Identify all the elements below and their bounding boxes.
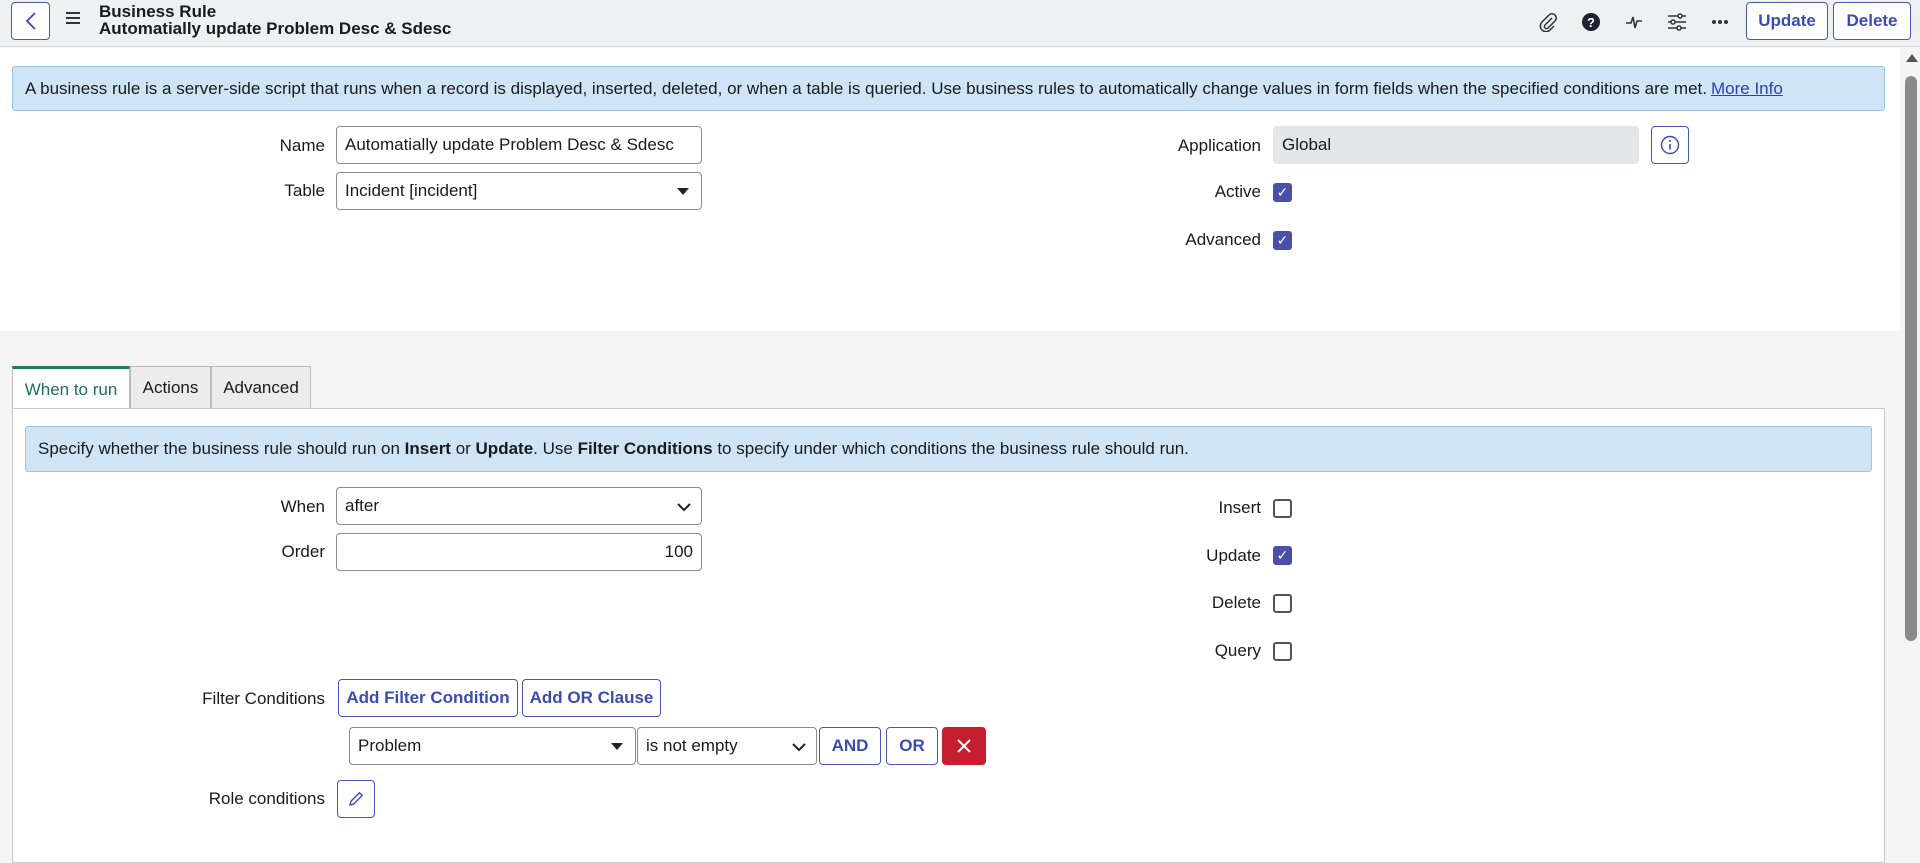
role-conditions-label: Role conditions [208,789,325,808]
condition-operator-select[interactable]: is not empty [637,727,817,765]
chevron-down-icon [677,503,691,512]
condition-operator-value: is not empty [646,736,738,755]
banner-text-3: . Use [533,439,578,458]
insert-label: Insert [1218,498,1261,517]
caret-down-icon [677,188,689,195]
update-button[interactable]: Update [1746,2,1828,40]
banner-filter-conditions: Filter Conditions [577,439,713,458]
table-select-value: Incident [incident] [345,181,478,200]
paperclip-icon[interactable] [1536,10,1560,34]
query-label: Query [1214,641,1261,660]
active-checkbox[interactable]: ✓ [1273,183,1292,202]
info-banner: A business rule is a server-side script … [12,66,1885,111]
application-label: Application [1177,136,1261,155]
svg-text:?: ? [1587,15,1595,30]
more-icon[interactable] [1708,10,1732,34]
scroll-up-arrow-icon[interactable] [1906,54,1918,62]
banner-text-4: to specify under which conditions the bu… [712,439,1189,458]
back-button[interactable] [11,2,50,40]
banner-update: Update [475,439,534,458]
advanced-label: Advanced [1185,230,1261,249]
active-label: Active [1214,182,1261,201]
checkmark-icon: ✓ [1276,547,1289,563]
banner-insert: Insert [404,439,451,458]
activity-icon[interactable] [1622,10,1646,34]
banner-text-1: Specify whether the business rule should… [38,439,405,458]
settings-sliders-icon[interactable] [1665,10,1689,34]
more-info-link[interactable]: More Info [1711,79,1783,99]
condition-field-select[interactable]: Problem [349,727,636,765]
vertical-scrollbar[interactable] [1902,48,1920,863]
delete-checkbox[interactable] [1273,594,1292,613]
checkmark-icon: ✓ [1276,232,1289,248]
insert-checkbox[interactable] [1273,499,1292,518]
help-icon[interactable]: ? [1579,10,1603,34]
when-select-value: after [345,496,380,515]
order-input[interactable]: 100 [336,533,702,571]
info-banner-text: A business rule is a server-side script … [25,78,1707,98]
name-input[interactable]: Automatially update Problem Desc & Sdesc [336,126,702,164]
form-header: Business Rule Automatially update Proble… [0,0,1920,47]
caret-down-icon [611,743,623,750]
table-select[interactable]: Incident [incident] [336,172,702,210]
add-or-clause-button[interactable]: Add OR Clause [522,679,661,717]
when-to-run-banner: Specify whether the business rule should… [25,426,1872,472]
hamburger-icon[interactable] [66,12,82,28]
add-filter-condition-button[interactable]: Add Filter Condition [338,679,518,717]
chevron-down-icon [792,743,806,752]
delete-label: Delete [1211,593,1261,612]
edit-role-conditions-button[interactable] [337,780,375,818]
scroll-thumb[interactable] [1905,76,1917,641]
checkmark-icon: ✓ [1276,184,1289,200]
update-label: Update [1206,546,1261,565]
when-label: When [280,497,325,516]
remove-condition-button[interactable] [942,727,986,765]
close-icon [957,739,971,753]
record-name-title: Automatially update Problem Desc & Sdesc [99,19,452,38]
condition-field-value: Problem [358,736,422,755]
order-label: Order [281,542,325,561]
advanced-checkbox[interactable]: ✓ [1273,231,1292,250]
chevron-left-icon [25,12,36,30]
query-checkbox[interactable] [1273,642,1292,661]
tab-actions[interactable]: Actions [130,366,211,409]
banner-text-2: or [450,439,476,458]
info-icon [1660,135,1680,155]
application-field: Global [1273,126,1639,164]
filter-conditions-label: Filter Conditions [202,689,325,708]
table-label: Table [284,181,325,200]
delete-button[interactable]: Delete [1833,2,1911,40]
name-label: Name [279,136,325,155]
pencil-icon [349,791,364,806]
tab-when-to-run[interactable]: When to run [12,366,130,410]
update-checkbox[interactable]: ✓ [1273,546,1292,565]
when-select[interactable]: after [336,487,702,525]
application-info-button[interactable] [1651,126,1689,164]
tab-advanced[interactable]: Advanced [211,366,311,409]
or-button[interactable]: OR [886,727,938,765]
and-button[interactable]: AND [819,727,881,765]
